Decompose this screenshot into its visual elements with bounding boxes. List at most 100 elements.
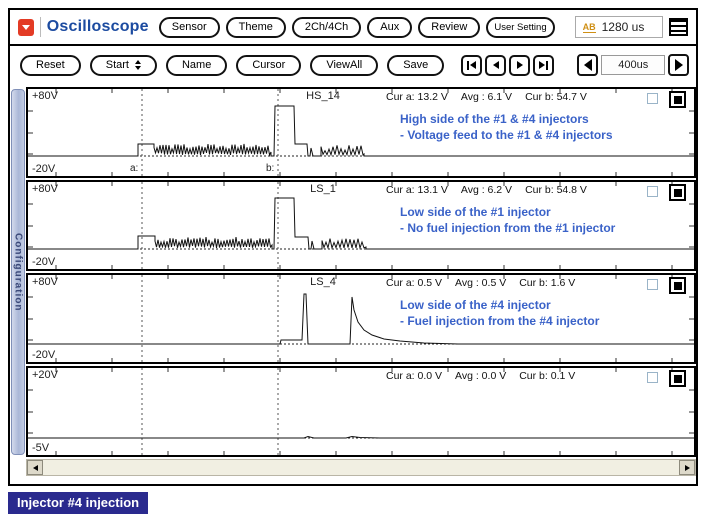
page-title: Oscilloscope (46, 18, 149, 35)
reset-button[interactable]: Reset (20, 54, 81, 76)
save-button[interactable]: Save (387, 54, 445, 76)
scale-max-label: +80V (32, 276, 58, 288)
sensor-button[interactable]: Sensor (158, 16, 220, 38)
avg-value: Avg : 6.1 V (460, 91, 513, 103)
status-badge: Injector #4 injection (8, 492, 149, 514)
review-button[interactable]: Review (418, 16, 481, 38)
user-setting-button[interactable]: User Setting (486, 16, 555, 38)
app-menu-button[interactable] (18, 18, 34, 36)
next-record-button[interactable] (509, 54, 531, 76)
channel-name: LS_1 (310, 183, 336, 195)
scale-max-label: +80V (32, 90, 58, 102)
annotation: Low side of the #1 injector - No fuel in… (400, 204, 615, 236)
start-button-label: Start (105, 59, 129, 71)
divider (39, 17, 41, 37)
sample-time-icon: AB (582, 21, 596, 33)
channel-checkbox[interactable] (647, 186, 658, 197)
aux-button[interactable]: Aux (367, 16, 413, 38)
channel-name: HS_14 (306, 90, 340, 102)
timebase-increase-button[interactable] (668, 54, 690, 76)
channel-select-button[interactable] (669, 277, 686, 294)
right-arrow-icon (684, 464, 690, 471)
prev-icon (492, 61, 499, 69)
cursor-readout: Cur a: 13.2 V Avg : 6.1 V Cur b: 54.7 V (386, 91, 587, 103)
theme-button[interactable]: Theme (225, 16, 286, 38)
annotation-line1: Low side of the #1 injector (400, 205, 551, 219)
next-icon (516, 61, 523, 69)
left-arrow-icon (583, 59, 592, 71)
title-bar: Oscilloscope Sensor Theme 2Ch/4Ch Aux Re… (10, 10, 696, 46)
channel-checkbox[interactable] (647, 279, 658, 290)
cursor-b-value: Cur b: 54.8 V (525, 184, 587, 196)
skip-start-icon (467, 60, 470, 70)
scale-min-label: -5V (32, 442, 50, 454)
scale-max-label: +20V (32, 369, 58, 381)
spinner-icon (134, 60, 141, 70)
filled-square-icon (673, 95, 682, 104)
configuration-tab[interactable]: Configuration (11, 89, 25, 455)
prev-icon (470, 61, 477, 69)
cursor-readout: Cur a: 0.0 V Avg : 0.0 V Cur b: 0.1 V (386, 370, 575, 382)
cursor-a-value: Cur a: 13.2 V (386, 91, 448, 103)
cursor-b-value: Cur b: 1.6 V (519, 277, 576, 289)
channel-mode-button[interactable]: 2Ch/4Ch (291, 16, 362, 38)
channel-select-button[interactable] (669, 370, 686, 387)
scrollbar-track[interactable] (43, 460, 679, 475)
channel-checkbox[interactable] (647, 372, 658, 383)
viewall-button[interactable]: ViewAll (310, 54, 379, 76)
scroll-left-button[interactable] (27, 460, 43, 475)
scale-min-label: -20V (32, 349, 56, 361)
channel-checkbox[interactable] (647, 93, 658, 104)
waveform-ch4 (28, 368, 694, 455)
cursor-a-value: Cur a: 13.1 V (386, 184, 448, 196)
prev-record-button[interactable] (485, 54, 507, 76)
first-record-button[interactable] (461, 54, 483, 76)
cursor-button[interactable]: Cursor (236, 54, 302, 76)
chevron-down-icon (21, 24, 30, 30)
avg-value: Avg : 0.0 V (455, 370, 507, 382)
sample-time-value: 1280 us (601, 20, 645, 34)
menu-list-icon[interactable] (669, 18, 689, 36)
name-button[interactable]: Name (165, 54, 228, 76)
timebase-value: 400us (601, 55, 666, 75)
annotation: High side of the #1 & #4 injectors - Vol… (400, 111, 613, 143)
record-nav-group (461, 54, 555, 76)
start-button[interactable]: Start (89, 54, 157, 76)
cursor-b-value: Cur b: 0.1 V (519, 370, 576, 382)
channel-panel-4: +20V -5V Cur a: 0.0 V Avg : 0.0 V Cur b:… (26, 366, 696, 457)
configuration-tab-label: Configuration (12, 232, 24, 312)
channel-select-button[interactable] (669, 184, 686, 201)
next-icon (539, 61, 546, 69)
toolbar: Reset Start Name Cursor ViewAll Save 400… (10, 46, 696, 84)
cursor-a-value: Cur a: 0.5 V (386, 277, 443, 289)
app-window: Oscilloscope Sensor Theme 2Ch/4Ch Aux Re… (8, 8, 698, 486)
channel-panel-3: +80V -20V LS_4 Cur a: 0.5 V Avg : 0.5 V … (26, 273, 696, 364)
scope-area: Configuration +80V -20V HS_14 Cur a: 13.… (10, 84, 696, 476)
avg-value: Avg : 0.5 V (455, 277, 507, 289)
annotation-line1: Low side of the #4 injector (400, 298, 551, 312)
filled-square-icon (673, 374, 682, 383)
channel-select-button[interactable] (669, 91, 686, 108)
channel-panel-2: +80V -20V LS_1 Cur a: 13.1 V Avg : 6.2 V… (26, 180, 696, 271)
annotation-line2: - Fuel injection from the #4 injector (400, 314, 600, 328)
timebase-decrease-button[interactable] (577, 54, 599, 76)
annotation-line2: - No fuel injection from the #1 injector (400, 221, 616, 235)
oscilloscope-app: Oscilloscope Sensor Theme 2Ch/4Ch Aux Re… (0, 0, 707, 524)
cursor-a-label: a: (130, 163, 139, 174)
scale-min-label: -20V (32, 256, 56, 268)
avg-value: Avg : 6.2 V (460, 184, 513, 196)
channel-name: LS_4 (310, 276, 336, 288)
scale-max-label: +80V (32, 183, 58, 195)
right-arrow-icon (674, 59, 683, 71)
annotation-line1: High side of the #1 & #4 injectors (400, 112, 589, 126)
cursor-b-label: b: (266, 163, 275, 174)
channel-panel-1: +80V -20V HS_14 Cur a: 13.2 V Avg : 6.1 … (26, 87, 696, 178)
cursor-b-value: Cur b: 54.7 V (525, 91, 587, 103)
cursor-readout: Cur a: 13.1 V Avg : 6.2 V Cur b: 54.8 V (386, 184, 587, 196)
skip-end-icon (546, 60, 549, 70)
last-record-button[interactable] (533, 54, 555, 76)
timebase-control: 400us (577, 54, 690, 76)
annotation-line2: - Voltage feed to the #1 & #4 injectors (400, 128, 613, 142)
scroll-right-button[interactable] (679, 460, 695, 475)
horizontal-scrollbar[interactable] (26, 459, 696, 476)
